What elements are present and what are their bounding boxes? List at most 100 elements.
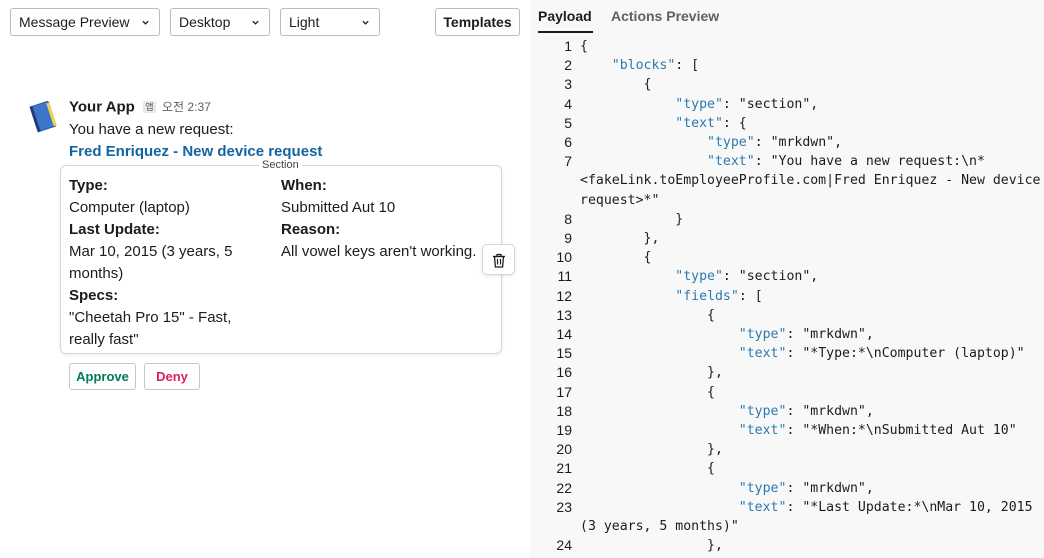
code-line: 15 "text": "*Type:*\nComputer (laptop)" <box>530 344 1044 363</box>
code-text: "type": "mrkdwn", <box>580 402 1044 421</box>
code-line: 17 { <box>530 383 1044 402</box>
json-value: : "mrkdwn", <box>786 403 874 419</box>
line-number: 11 <box>557 268 572 285</box>
field-specs-value: "Cheetah Pro 15" - Fast, really fast" <box>69 309 232 348</box>
json-value: : "mrkdwn", <box>786 327 874 343</box>
field-specs-label: Specs: <box>69 287 119 304</box>
json-value: : "mrkdwn", <box>786 480 874 496</box>
json-value: { <box>707 384 715 400</box>
code-text: "text": "You have a new request:\n*<fake… <box>580 152 1044 210</box>
field-when-label: When: <box>281 177 327 194</box>
field-specs: Specs: "Cheetah Pro 15" - Fast, really f… <box>69 285 259 351</box>
json-key: "text" <box>738 499 787 515</box>
code-line: 21 { <box>530 459 1044 478</box>
json-key: "type" <box>707 135 755 151</box>
json-value: : "You have a new request:\n*<fakeLink.t… <box>580 154 1041 208</box>
code-line: 19 "text": "*When:*\nSubmitted Aut 10" <box>530 421 1044 440</box>
line-number: 2 <box>564 57 572 74</box>
json-value: }, <box>643 231 660 247</box>
json-value: : "section", <box>722 96 819 112</box>
code-line: 2 "blocks": [ <box>530 56 1044 75</box>
chevron-down-icon <box>142 20 149 25</box>
json-key: "type" <box>675 96 723 112</box>
line-number: 21 <box>556 460 572 477</box>
code-text: "text": "*Last Update:*\nMar 10, 2015 (3… <box>580 498 1044 536</box>
code-text: }, <box>580 363 1044 382</box>
employee-profile-link[interactable]: Fred Enriquez - New device request <box>69 143 322 160</box>
code-text: { <box>580 248 1044 267</box>
message-preview-pane: Message Preview Desktop Light Templates … <box>0 0 530 558</box>
deny-button[interactable]: Deny <box>144 363 200 390</box>
json-value: } <box>675 211 684 227</box>
device-select[interactable]: Desktop <box>170 8 270 36</box>
code-text: { <box>580 37 1044 56</box>
code-text: "type": "mrkdwn", <box>580 325 1044 344</box>
code-text: }, <box>580 229 1044 248</box>
code-text: { <box>580 75 1044 94</box>
device-select-value: Desktop <box>179 14 231 30</box>
line-number: 24 <box>556 537 572 554</box>
line-number: 22 <box>556 479 572 496</box>
code-text: { <box>580 383 1044 402</box>
json-key: "text" <box>738 423 787 439</box>
code-line: 18 "type": "mrkdwn", <box>530 402 1044 421</box>
tab-payload[interactable]: Payload <box>538 8 592 24</box>
code-line: 6 "type": "mrkdwn", <box>530 133 1044 152</box>
line-number: 12 <box>556 287 572 304</box>
json-key: "type" <box>738 327 787 343</box>
code-line: 23 "text": "*Last Update:*\nMar 10, 2015… <box>530 498 1044 536</box>
field-last-update-value: Mar 10, 2015 (3 years, 5 months) <box>69 243 233 282</box>
view-mode-select-value: Message Preview <box>19 14 130 30</box>
line-number: 5 <box>564 114 572 131</box>
theme-select[interactable]: Light <box>280 8 380 36</box>
code-text: "blocks": [ <box>580 56 1044 75</box>
line-number: 1 <box>564 38 572 54</box>
line-number: 14 <box>556 326 572 343</box>
templates-button[interactable]: Templates <box>435 8 520 36</box>
json-value: }, <box>707 538 723 554</box>
payload-pane: Payload Actions Preview 1{2 "blocks": [3… <box>530 0 1044 558</box>
code-line: 22 "type": "mrkdwn", <box>530 479 1044 498</box>
code-line: 11 "type": "section", <box>530 267 1044 286</box>
json-key: "text" <box>738 346 787 362</box>
app-avatar <box>29 101 57 133</box>
field-when: When: Submitted Aut 10 <box>281 175 481 219</box>
field-reason: Reason: All vowel keys aren't working. <box>281 219 481 263</box>
json-value: : [ <box>738 288 763 304</box>
json-value: { <box>643 77 652 93</box>
field-reason-label: Reason: <box>281 221 341 238</box>
code-text: { <box>580 306 1044 325</box>
json-key: "type" <box>675 269 723 285</box>
code-line: 20 }, <box>530 440 1044 459</box>
code-text: }, <box>580 440 1044 459</box>
code-line: 14 "type": "mrkdwn", <box>530 325 1044 344</box>
code-line: 9 }, <box>530 229 1044 248</box>
code-text: "type": "section", <box>580 95 1044 114</box>
field-reason-value: All vowel keys aren't working. <box>281 243 477 260</box>
tab-actions-preview[interactable]: Actions Preview <box>611 8 719 24</box>
code-line: 5 "text": { <box>530 114 1044 133</box>
message-text: You have a new request: <box>69 121 234 138</box>
line-number: 20 <box>556 441 572 458</box>
json-value: : [ <box>675 58 700 74</box>
code-text: "type": "mrkdwn", <box>580 133 1044 152</box>
line-number: 9 <box>564 230 572 247</box>
view-mode-select[interactable]: Message Preview <box>10 8 160 36</box>
field-type: Type: Computer (laptop) <box>69 175 259 219</box>
json-value: : "mrkdwn", <box>754 135 843 151</box>
app-name[interactable]: Your App <box>69 98 135 115</box>
code-text: "text": { <box>580 114 1044 133</box>
json-value: : "*Last Update:*\nMar 10, 2015 (3 years… <box>580 499 1041 535</box>
json-value: { <box>707 307 715 323</box>
message-timestamp[interactable]: 오전 2:37 <box>162 100 211 114</box>
delete-block-button[interactable] <box>482 244 515 275</box>
field-when-value: Submitted Aut 10 <box>281 199 396 216</box>
line-number: 17 <box>556 383 572 400</box>
approve-button[interactable]: Approve <box>69 363 136 390</box>
line-number: 16 <box>556 364 572 381</box>
code-text: } <box>580 210 1044 229</box>
json-key: "text" <box>675 115 723 131</box>
code-line: 4 "type": "section", <box>530 95 1044 114</box>
json-code-editor[interactable]: 1{2 "blocks": [3 {4 "type": "section", 5 … <box>530 37 1044 555</box>
code-line: 16 }, <box>530 363 1044 382</box>
